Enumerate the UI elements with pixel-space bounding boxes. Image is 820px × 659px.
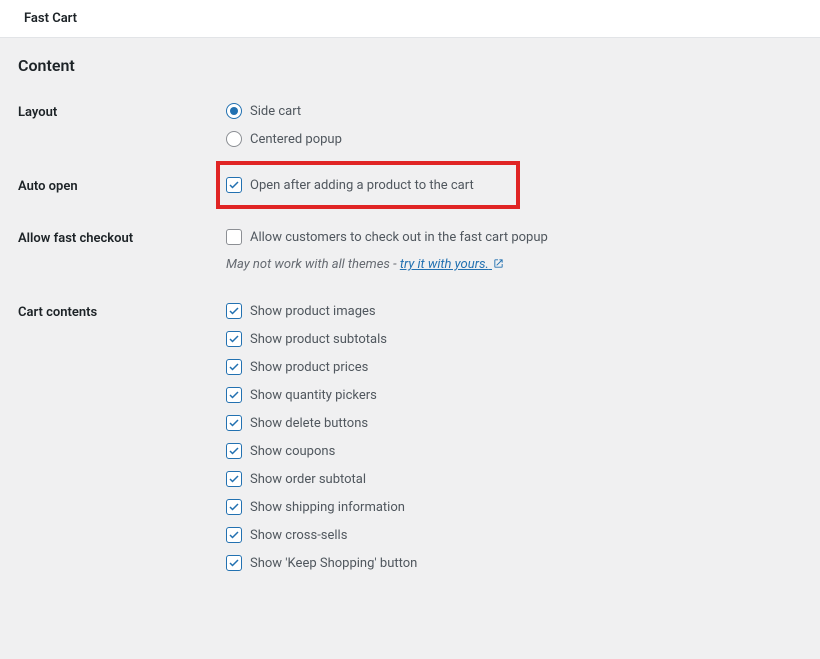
checkbox-cart-contents-8[interactable]: [226, 527, 242, 543]
radio-side-cart[interactable]: [226, 103, 242, 119]
check-icon: [228, 417, 240, 429]
fast-checkout-help: May not work with all themes - try it wi…: [226, 257, 802, 273]
controls-auto-open: Open after adding a product to the cart: [226, 177, 802, 195]
checkbox-cart-contents-7[interactable]: [226, 499, 242, 515]
header-title: Fast Cart: [24, 11, 796, 26]
check-icon: [228, 361, 240, 373]
check-icon: [228, 529, 240, 541]
label-fast-checkout: Allow fast checkout: [18, 229, 226, 246]
external-link-icon: [493, 258, 504, 273]
checkbox-label-cart-contents-6: Show order subtotal: [250, 472, 366, 487]
controls-fast-checkout: Allow customers to check out in the fast…: [226, 229, 802, 273]
label-layout: Layout: [18, 103, 226, 120]
check-icon: [228, 473, 240, 485]
option-cart-contents-4[interactable]: Show delete buttons: [226, 415, 802, 431]
option-cart-contents-1[interactable]: Show product subtotals: [226, 331, 802, 347]
checkbox-label-fast-checkout: Allow customers to check out in the fast…: [250, 230, 548, 245]
checkbox-label-auto-open: Open after adding a product to the cart: [250, 178, 474, 193]
checkbox-cart-contents-3[interactable]: [226, 387, 242, 403]
check-icon: [228, 445, 240, 457]
checkbox-label-cart-contents-0: Show product images: [250, 304, 376, 319]
row-fast-checkout: Allow fast checkout Allow customers to c…: [18, 229, 802, 273]
checkbox-label-cart-contents-1: Show product subtotals: [250, 332, 387, 347]
option-centered-popup[interactable]: Centered popup: [226, 131, 802, 147]
option-cart-contents-9[interactable]: Show 'Keep Shopping' button: [226, 555, 802, 571]
option-cart-contents-2[interactable]: Show product prices: [226, 359, 802, 375]
help-link-try[interactable]: try it with yours.: [400, 257, 504, 272]
checkbox-cart-contents-9[interactable]: [226, 555, 242, 571]
checkbox-label-cart-contents-5: Show coupons: [250, 444, 335, 459]
header-bar: Fast Cart: [0, 0, 820, 38]
checkbox-cart-contents-5[interactable]: [226, 443, 242, 459]
check-icon: [228, 305, 240, 317]
option-cart-contents-6[interactable]: Show order subtotal: [226, 471, 802, 487]
option-cart-contents-8[interactable]: Show cross-sells: [226, 527, 802, 543]
help-prefix: May not work with all themes -: [226, 257, 400, 272]
check-icon: [228, 333, 240, 345]
checkbox-cart-contents-0[interactable]: [226, 303, 242, 319]
option-auto-open[interactable]: Open after adding a product to the cart: [226, 177, 474, 193]
controls-layout: Side cart Centered popup: [226, 103, 802, 147]
label-auto-open: Auto open: [18, 177, 226, 194]
checkbox-cart-contents-4[interactable]: [226, 415, 242, 431]
highlight-auto-open: Open after adding a product to the cart: [216, 161, 520, 209]
controls-cart-contents: Show product images Show product subtotal…: [226, 303, 802, 571]
row-layout: Layout Side cart Centered popup: [18, 103, 802, 147]
check-icon: [228, 179, 240, 191]
option-cart-contents-5[interactable]: Show coupons: [226, 443, 802, 459]
radio-centered-popup[interactable]: [226, 131, 242, 147]
checkbox-label-cart-contents-3: Show quantity pickers: [250, 388, 377, 403]
option-side-cart[interactable]: Side cart: [226, 103, 802, 119]
option-cart-contents-3[interactable]: Show quantity pickers: [226, 387, 802, 403]
option-fast-checkout[interactable]: Allow customers to check out in the fast…: [226, 229, 802, 245]
section-title: Content: [18, 56, 802, 75]
radio-label-side-cart: Side cart: [250, 104, 301, 119]
help-link-text: try it with yours.: [400, 257, 489, 272]
checkbox-fast-checkout[interactable]: [226, 229, 242, 245]
row-cart-contents: Cart contents Show product imagesShow pr…: [18, 303, 802, 571]
option-cart-contents-0[interactable]: Show product images: [226, 303, 802, 319]
row-auto-open: Auto open Open after adding a product to…: [18, 177, 802, 195]
checkbox-cart-contents-6[interactable]: [226, 471, 242, 487]
option-cart-contents-7[interactable]: Show shipping information: [226, 499, 802, 515]
checkbox-label-cart-contents-2: Show product prices: [250, 360, 368, 375]
checkbox-label-cart-contents-7: Show shipping information: [250, 500, 405, 515]
content-area: Content Layout Side cart Centered popup …: [0, 38, 820, 619]
checkbox-cart-contents-2[interactable]: [226, 359, 242, 375]
check-icon: [228, 389, 240, 401]
checkbox-label-cart-contents-4: Show delete buttons: [250, 416, 368, 431]
checkbox-label-cart-contents-8: Show cross-sells: [250, 528, 347, 543]
check-icon: [228, 501, 240, 513]
checkbox-auto-open[interactable]: [226, 177, 242, 193]
radio-label-centered-popup: Centered popup: [250, 132, 342, 147]
label-cart-contents: Cart contents: [18, 303, 226, 320]
checkbox-label-cart-contents-9: Show 'Keep Shopping' button: [250, 556, 417, 571]
checkbox-cart-contents-1[interactable]: [226, 331, 242, 347]
check-icon: [228, 557, 240, 569]
